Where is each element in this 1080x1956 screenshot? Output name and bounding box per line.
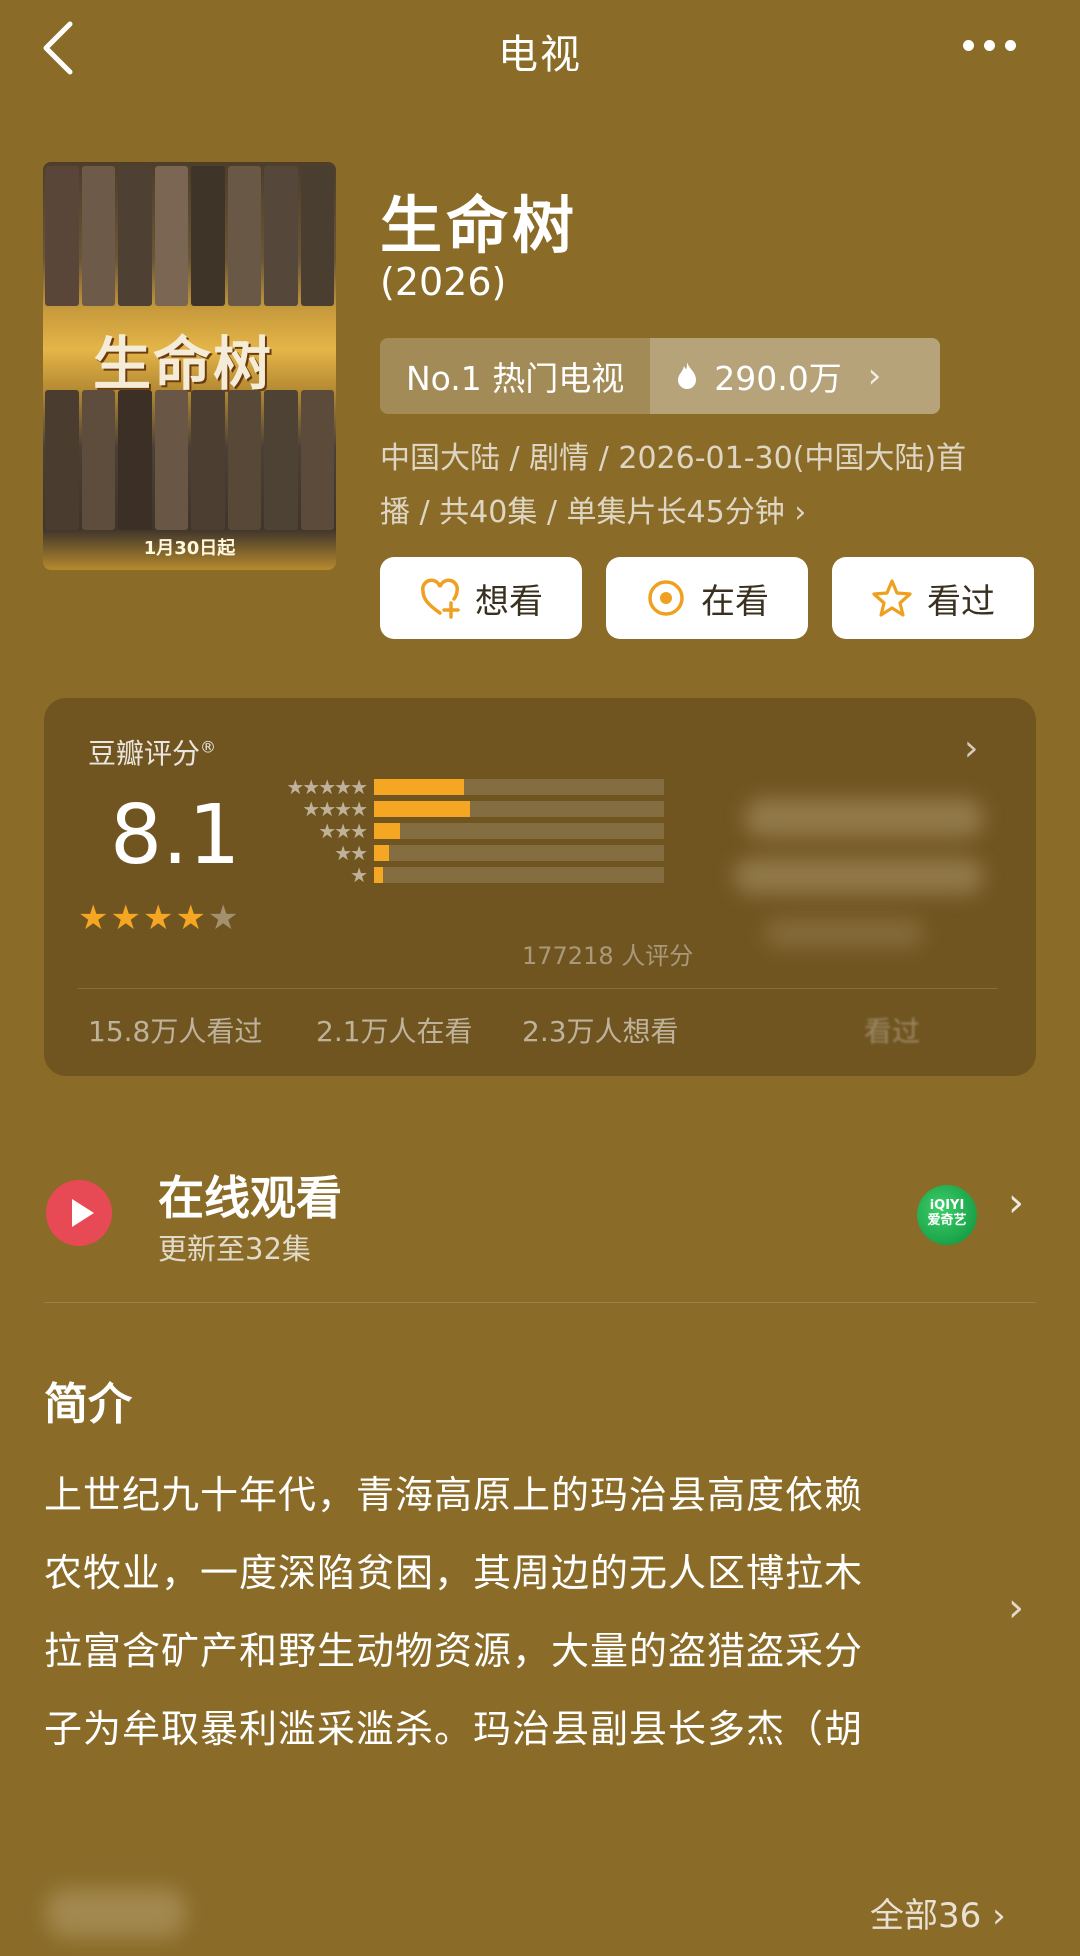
watching-button[interactable]: 在看 bbox=[606, 557, 808, 639]
dot-icon bbox=[963, 40, 974, 51]
show-title: 生命树 bbox=[380, 189, 579, 262]
synopsis-line: 拉富含矿产和野生动物资源，大量的盗猎盗采分 bbox=[44, 1629, 864, 1673]
distribution-row: ★★★★ bbox=[264, 797, 764, 821]
blurred-watched-label: 看过 bbox=[864, 1015, 921, 1048]
distribution-stars: ★ bbox=[350, 863, 368, 887]
heart-plus-icon bbox=[421, 578, 460, 619]
distribution-row: ★★★ bbox=[264, 819, 764, 843]
distribution-bar bbox=[374, 845, 389, 861]
distribution-track bbox=[374, 779, 664, 795]
rank-heat-banner[interactable]: No.1 热门电视 290.0万 › bbox=[380, 338, 940, 414]
heat-section: 290.0万 › bbox=[650, 338, 940, 414]
distribution-stars: ★★★★ bbox=[302, 797, 368, 821]
star-filled-icon: ★ bbox=[142, 898, 174, 938]
meta-line: 播 / 共40集 / 单集片长45分钟 › bbox=[380, 495, 807, 530]
online-watch-subtitle: 更新至32集 bbox=[158, 1232, 311, 1266]
stat-watching: 2.1万人在看 bbox=[316, 1015, 473, 1048]
watching-label: 在看 bbox=[701, 581, 769, 622]
distribution-bar bbox=[374, 823, 401, 839]
rating-label: 豆瓣评分® bbox=[88, 737, 217, 770]
star-filled-icon: ★ bbox=[110, 898, 141, 938]
poster-cast-row-bottom bbox=[43, 390, 336, 530]
synopsis-line: 子为牟取暴利滥采滥杀。玛治县副县长多杰（胡 bbox=[44, 1707, 864, 1751]
watched-button[interactable]: 看过 bbox=[832, 557, 1034, 639]
chevron-right-icon: › bbox=[964, 728, 979, 769]
rating-score: 8.1 bbox=[110, 788, 241, 883]
watched-label: 看过 bbox=[927, 581, 995, 622]
target-icon bbox=[648, 580, 684, 616]
blurred-content bbox=[46, 1888, 186, 1938]
distribution-stars: ★★ bbox=[334, 841, 368, 865]
show-year: (2026) bbox=[380, 260, 507, 304]
poster-date-text: 1月30日起 bbox=[143, 538, 236, 559]
distribution-row: ★ bbox=[264, 863, 764, 887]
distribution-track bbox=[374, 801, 664, 817]
dot-icon bbox=[1005, 40, 1016, 51]
top-bar: 电视 bbox=[0, 0, 1080, 100]
flame-icon bbox=[678, 362, 697, 389]
distribution-bar bbox=[374, 779, 464, 795]
distribution-row: ★★ bbox=[264, 841, 764, 865]
rank-label: No.1 热门电视 bbox=[380, 338, 651, 414]
distribution-track bbox=[374, 845, 664, 861]
poster-cast-row-top bbox=[43, 166, 336, 306]
synopsis-heading: 简介 bbox=[44, 1379, 132, 1430]
blurred-content bbox=[734, 858, 984, 894]
poster-image[interactable]: 生命树 1月30日起 bbox=[43, 162, 336, 570]
distribution-track bbox=[374, 823, 664, 839]
score-stars: ★ ★ ★ ★ ★ bbox=[78, 898, 238, 938]
rating-count: 177218 人评分 bbox=[522, 942, 694, 970]
synopsis-line: 农牧业，一度深陷贫困，其周边的无人区博拉木 bbox=[44, 1551, 864, 1595]
page-title: 电视 bbox=[498, 32, 582, 78]
play-icon[interactable] bbox=[46, 1180, 112, 1246]
heat-value: 290.0万 bbox=[714, 359, 842, 398]
chevron-right-icon[interactable]: › bbox=[1008, 1585, 1024, 1631]
distribution-bar bbox=[374, 867, 383, 883]
distribution-row: ★★★★★ bbox=[264, 775, 764, 799]
chevron-right-icon[interactable]: › bbox=[1008, 1180, 1024, 1226]
star-empty-icon: ★ bbox=[207, 898, 239, 938]
stat-watched: 15.8万人看过 bbox=[88, 1015, 263, 1048]
synopsis-line: 上世纪九十年代，青海高原上的玛治县高度依赖 bbox=[44, 1473, 864, 1517]
iqiyi-logo-icon[interactable]: iQIYI 爱奇艺 bbox=[917, 1185, 977, 1245]
synopsis-text[interactable]: 上世纪九十年代，青海高原上的玛治县高度依赖 农牧业，一度深陷贫困，其周边的无人区… bbox=[44, 1456, 984, 1768]
distribution-stars: ★★★ bbox=[318, 819, 368, 843]
distribution-track bbox=[374, 867, 664, 883]
divider bbox=[44, 1302, 1036, 1303]
stat-want: 2.3万人想看 bbox=[522, 1015, 679, 1048]
distribution-stars: ★★★★★ bbox=[286, 775, 368, 799]
divider bbox=[78, 988, 998, 989]
dot-icon bbox=[984, 40, 995, 51]
want-to-watch-button[interactable]: 想看 bbox=[380, 557, 582, 639]
blurred-content bbox=[764, 918, 924, 948]
distribution-bar bbox=[374, 801, 470, 817]
all-cast-link[interactable]: 全部36 › bbox=[870, 1888, 1006, 1937]
star-outline-icon bbox=[872, 579, 912, 617]
show-meta[interactable]: 中国大陆 / 剧情 / 2026-01-30(中国大陆)首 播 / 共40集 /… bbox=[380, 432, 1020, 540]
blurred-content bbox=[744, 798, 984, 838]
meta-line: 中国大陆 / 剧情 / 2026-01-30(中国大陆)首 bbox=[380, 441, 967, 476]
star-filled-icon: ★ bbox=[175, 898, 206, 938]
poster-title-art: 生命树 bbox=[93, 330, 274, 398]
online-watch-title[interactable]: 在线观看 bbox=[158, 1162, 342, 1228]
want-to-watch-label: 想看 bbox=[475, 581, 543, 622]
more-options-button[interactable] bbox=[963, 40, 1016, 51]
chevron-right-icon: › bbox=[867, 356, 882, 396]
douban-rating-card[interactable]: 豆瓣评分® › 8.1 ★ ★ ★ ★ ★ ★★★★★ ★★★★ ★★★ ★★ ★ 177218… bbox=[44, 698, 1036, 1076]
star-filled-icon: ★ bbox=[78, 898, 109, 938]
